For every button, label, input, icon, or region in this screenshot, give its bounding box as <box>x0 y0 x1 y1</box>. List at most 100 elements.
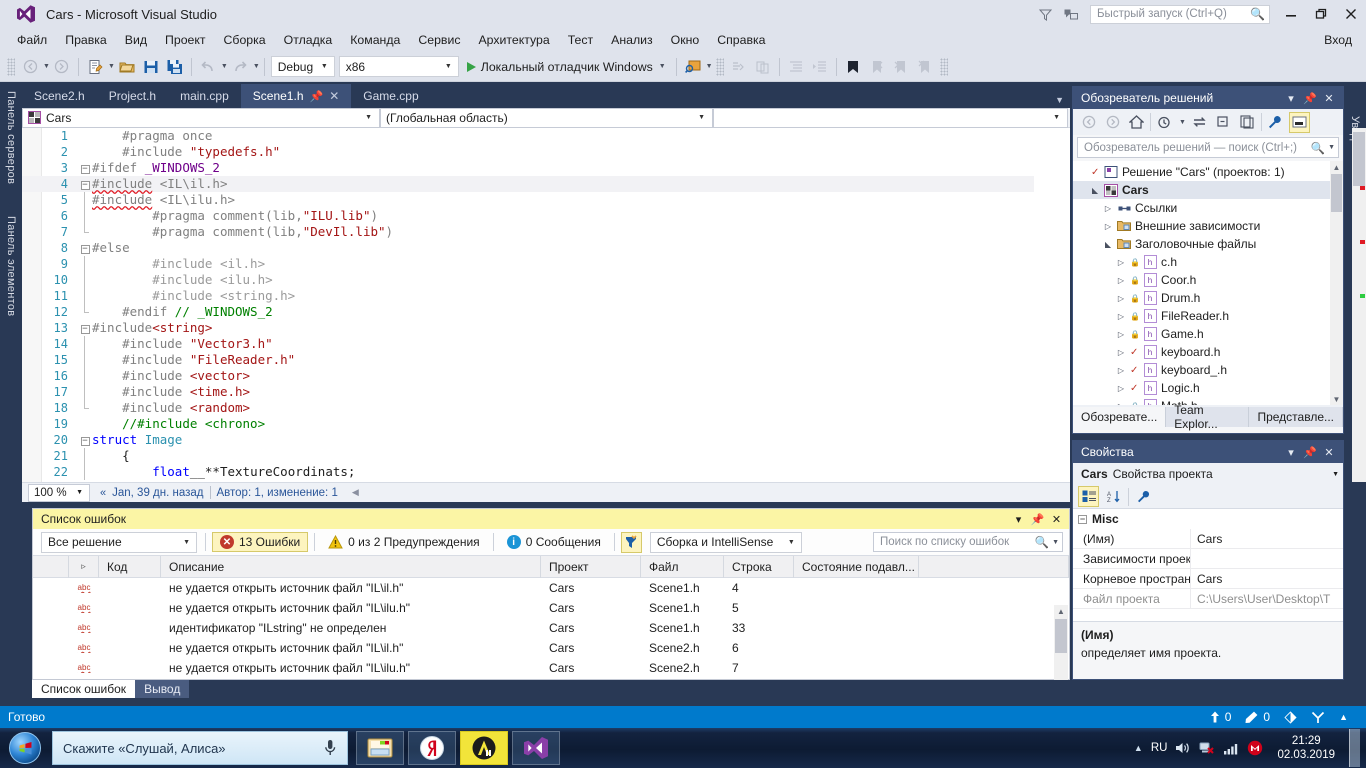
undo-button[interactable] <box>197 56 219 78</box>
tree-node-filereader.h[interactable]: ▷ 🔒 h FileReader.h <box>1073 307 1343 325</box>
new-project-caret-icon[interactable]: ▼ <box>108 63 115 70</box>
new-project-button[interactable] <box>84 56 106 78</box>
navbar-member-combo[interactable]: ▼ <box>713 107 1068 128</box>
tree-node-ссылки[interactable]: ▷ Ссылки <box>1073 199 1343 217</box>
explorer-taskbar-icon[interactable] <box>356 731 404 765</box>
property-value[interactable]: Cars <box>1191 572 1343 586</box>
code-line[interactable]: 4− #include <IL\il.h> <box>22 176 1034 192</box>
status-branch[interactable] <box>1311 711 1325 724</box>
solution-tree[interactable]: ✓ Решение "Cars" (проектов: 1) ◢ Cars ▷ Ссылк… <box>1073 161 1343 405</box>
language-indicator[interactable]: RU <box>1151 742 1168 754</box>
decrease-indent-button[interactable] <box>785 56 807 78</box>
error-list-vertical-scrollbar[interactable]: ▲ ▼ <box>1054 605 1068 689</box>
navbar-project-combo[interactable]: Cars ▼ <box>22 107 380 128</box>
code-line[interactable]: 14 #include "Vector3.h" <box>22 336 1034 352</box>
tab-team-explorer[interactable]: Team Explor... <box>1166 403 1250 431</box>
previous-bookmark-button[interactable] <box>866 56 888 78</box>
menu-tools[interactable]: Сервис <box>409 30 469 50</box>
code-editor[interactable]: 1 #pragma once 2 #include "typedefs.h" 3− #… <box>22 128 1070 482</box>
chevron-right-icon[interactable]: ▷ <box>1116 258 1126 267</box>
tree-node-drum.h[interactable]: ▷ 🔒 h Drum.h <box>1073 289 1343 307</box>
toolbar-grip-3[interactable] <box>939 57 948 76</box>
menu-debug[interactable]: Отладка <box>275 30 342 50</box>
chevron-right-icon[interactable]: ▷ <box>1116 384 1126 393</box>
code-line[interactable]: 17 #include <time.h> <box>22 384 1034 400</box>
errors-filter-button[interactable]: ✕ 13 Ошибки <box>212 532 309 552</box>
alphabetical-sort-icon[interactable]: AZ <box>1103 486 1124 507</box>
tab-scene1-h[interactable]: Scene1.h 📌 ✕ <box>240 84 352 108</box>
menu-edit[interactable]: Правка <box>56 30 116 50</box>
column-header-code[interactable]: Код <box>99 555 161 578</box>
column-header-description[interactable]: Описание <box>161 555 541 578</box>
save-all-button[interactable] <box>164 56 186 78</box>
chevron-right-icon[interactable]: ▷ <box>1116 294 1126 303</box>
navigate-back-button[interactable] <box>19 56 41 78</box>
code-line[interactable]: 5 #include <IL\ilu.h> <box>22 192 1034 208</box>
code-line[interactable]: 13− #include<string> <box>22 320 1034 336</box>
close-icon[interactable]: ✕ <box>1321 444 1337 460</box>
tree-node-math.h[interactable]: ▷ 🔒h Math.h <box>1073 397 1343 405</box>
chevron-right-icon[interactable]: ▷ <box>1103 204 1113 213</box>
alice-voice-search-bar[interactable]: Скажите «Слушай, Алиса» <box>52 731 348 765</box>
status-pending-edits[interactable]: 0 <box>1245 710 1270 724</box>
tray-expand-icon[interactable]: ▲ <box>1134 743 1143 753</box>
taskbar-clock[interactable]: 21:29 02.03.2019 <box>1271 734 1341 762</box>
signal-strength-icon[interactable] <box>1223 742 1239 755</box>
sidebar-item-server-explorer[interactable]: Панель серверов <box>0 84 22 192</box>
code-line[interactable]: 10 #include <ilu.h> <box>22 272 1034 288</box>
pin-icon[interactable]: 📌 <box>310 90 324 103</box>
code-line[interactable]: 12 #endif // _WINDOWS_2 <box>22 304 1034 320</box>
attach-caret-icon[interactable]: ▼ <box>706 63 713 70</box>
solution-explorer-search-input[interactable]: Обозреватель решений — поиск (Ctrl+;) 🔍 … <box>1077 137 1339 158</box>
solution-configuration-combo[interactable]: Debug ▼ <box>270 56 335 77</box>
start-debugging-button[interactable]: Локальный отладчик Windows ▼ <box>461 56 672 78</box>
comment-selection-button[interactable] <box>728 56 750 78</box>
codelens-authors[interactable]: Автор: 1, изменение: 1 <box>217 487 338 499</box>
navigate-forward-button[interactable] <box>51 56 73 78</box>
status-expand[interactable]: ▲ <box>1339 712 1348 722</box>
tab-output[interactable]: Вывод <box>135 680 190 698</box>
chevron-down-icon[interactable]: ▾ <box>1283 444 1299 460</box>
code-line[interactable]: 18 #include <random> <box>22 400 1034 416</box>
solution-tree-scroll-thumb[interactable] <box>1331 174 1342 212</box>
chevron-right-icon[interactable]: ▷ <box>1116 312 1126 321</box>
menu-build[interactable]: Сборка <box>215 30 275 50</box>
collapse-icon[interactable]: − <box>1078 514 1087 524</box>
error-list-rows[interactable]: abc не удается открыть источник файл "IL\… <box>33 578 1069 679</box>
close-icon[interactable]: ✕ <box>329 89 339 103</box>
tab-overflow-icon[interactable]: ▼ <box>1055 95 1070 108</box>
close-icon[interactable]: ✕ <box>1321 90 1337 106</box>
forward-icon[interactable] <box>1102 112 1123 133</box>
close-button[interactable] <box>1336 0 1366 28</box>
tab-scene2-h[interactable]: Scene2.h <box>22 84 97 108</box>
volume-icon[interactable] <box>1175 741 1191 755</box>
error-row[interactable]: abc не удается открыть источник файл "IL\… <box>33 578 1069 598</box>
chevron-down-icon[interactable]: ▾ <box>1010 511 1027 527</box>
chevron-down-icon[interactable]: ▾ <box>1283 90 1299 106</box>
redo-button[interactable] <box>229 56 251 78</box>
tree-node-cars[interactable]: ◢ Cars <box>1073 181 1343 199</box>
editor-zoom-combo[interactable]: 100 % ▼ <box>28 483 90 502</box>
attach-to-process-button[interactable] <box>682 56 704 78</box>
messages-filter-button[interactable]: i 0 Сообщения <box>500 533 608 551</box>
fold-collapse-icon[interactable]: − <box>78 240 92 256</box>
menu-project[interactable]: Проект <box>156 30 215 50</box>
property-pages-icon[interactable] <box>1133 486 1154 507</box>
chevron-down-icon[interactable]: ▼ <box>1049 539 1059 546</box>
code-line[interactable]: 19 //#include <chrono> <box>22 416 1034 432</box>
code-line[interactable]: 11 #include <string.h> <box>22 288 1034 304</box>
chevron-right-icon[interactable]: ▷ <box>1116 276 1126 285</box>
toolbar-grip[interactable] <box>7 57 15 76</box>
tab-error-list[interactable]: Список ошибок <box>32 680 136 698</box>
chevron-right-icon[interactable]: ▷ <box>1116 330 1126 339</box>
chevron-right-icon[interactable]: ▷ <box>1116 366 1126 375</box>
clear-bookmarks-button[interactable] <box>914 56 936 78</box>
uncomment-selection-button[interactable] <box>752 56 774 78</box>
close-icon[interactable]: ✕ <box>1048 511 1065 527</box>
sync-with-active-document-icon[interactable] <box>1189 112 1210 133</box>
property-row[interactable]: (Имя) Cars <box>1073 528 1343 549</box>
fold-collapse-icon[interactable]: − <box>78 176 92 192</box>
menu-architecture[interactable]: Архитектура <box>469 30 558 50</box>
tree-node-внешние-зависимости[interactable]: ▷ Внешние зависимости <box>1073 217 1343 235</box>
property-value[interactable]: C:\Users\User\Desktop\T <box>1191 592 1343 606</box>
